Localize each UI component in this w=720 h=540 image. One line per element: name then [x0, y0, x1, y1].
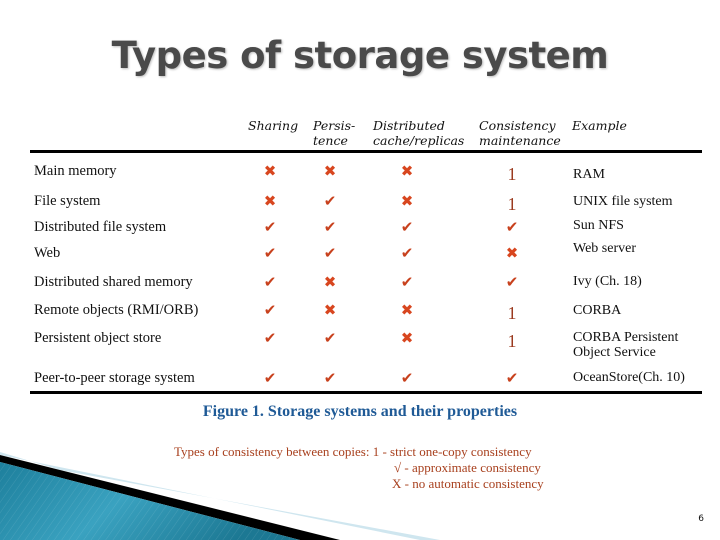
legend-none: X - no automatic consistency [392, 476, 544, 491]
swoosh-light-band [0, 452, 440, 540]
example-cell: CORBA [573, 303, 622, 318]
example-cell: CORBA Persistent Object Service [573, 330, 679, 360]
cross-icon: ✖ [505, 244, 519, 262]
row-label: File system [34, 193, 101, 209]
row-label: Distributed shared memory [34, 274, 193, 290]
checkmark-icon: ✔ [263, 273, 277, 291]
checkmark-icon: ✔ [400, 218, 414, 236]
checkmark-icon: ✔ [263, 218, 277, 236]
checkmark-icon: ✔ [263, 301, 277, 319]
checkmark-icon: ✔ [323, 218, 337, 236]
checkmark-icon: ✔ [323, 369, 337, 387]
cross-icon: ✖ [263, 192, 277, 210]
checkmark-icon: ✔ [400, 273, 414, 291]
legend-heading: Types of consistency between copies: 1 -… [174, 444, 532, 459]
checkmark-icon: ✔ [400, 244, 414, 262]
cross-icon: ✖ [400, 192, 414, 210]
table-top-rule [30, 150, 702, 153]
strict-consistency-mark: 1 [507, 164, 517, 184]
slide-title: Types of storage system [111, 34, 609, 77]
row-label: Main memory [34, 163, 117, 179]
column-header-example: Example [572, 118, 627, 133]
checkmark-icon: ✔ [505, 218, 519, 236]
checkmark-icon: ✔ [323, 329, 337, 347]
column-header-consistency: Consistency maintenance [479, 118, 561, 148]
cross-icon: ✖ [400, 329, 414, 347]
cross-icon: ✖ [323, 301, 337, 319]
page-number: 6 [698, 514, 704, 524]
column-header-sharing: Sharing [248, 118, 299, 133]
example-cell: UNIX file system [573, 194, 673, 209]
strict-consistency-mark: 1 [507, 194, 517, 214]
cross-icon: ✖ [400, 162, 414, 180]
example-cell: RAM [573, 167, 605, 182]
row-label: Persistent object store [34, 330, 162, 346]
legend-approximate: √ - approximate consistency [394, 460, 541, 475]
column-header-persistence: Persis- tence [313, 118, 356, 148]
figure-caption: Figure 1. Storage systems and their prop… [202, 403, 518, 420]
swoosh-black-band [0, 455, 340, 540]
checkmark-icon: ✔ [323, 192, 337, 210]
row-label: Remote objects (RMI/ORB) [34, 302, 199, 318]
checkmark-icon: ✔ [263, 244, 277, 262]
example-cell: Web server [573, 241, 637, 256]
checkmark-icon: ✔ [263, 329, 277, 347]
checkmark-icon: ✔ [505, 369, 519, 387]
example-cell: OceanStore(Ch. 10) [573, 370, 685, 385]
table-bottom-rule [30, 391, 702, 394]
row-label: Distributed file system [34, 219, 167, 235]
strict-consistency-mark: 1 [507, 303, 517, 323]
swoosh-teal-band [0, 462, 300, 540]
cross-icon: ✖ [323, 162, 337, 180]
cross-icon: ✖ [323, 273, 337, 291]
column-header-distributed: Distributed cache/replicas [373, 118, 465, 148]
strict-consistency-mark: 1 [507, 331, 517, 351]
example-cell: Sun NFS [573, 218, 624, 233]
checkmark-icon: ✔ [323, 244, 337, 262]
checkmark-icon: ✔ [263, 369, 277, 387]
cross-icon: ✖ [400, 301, 414, 319]
checkmark-icon: ✔ [400, 369, 414, 387]
checkmark-icon: ✔ [505, 273, 519, 291]
example-cell: Ivy (Ch. 18) [573, 274, 642, 289]
cross-icon: ✖ [263, 162, 277, 180]
row-label: Web [34, 245, 61, 261]
row-label: Peer-to-peer storage system [34, 370, 195, 386]
